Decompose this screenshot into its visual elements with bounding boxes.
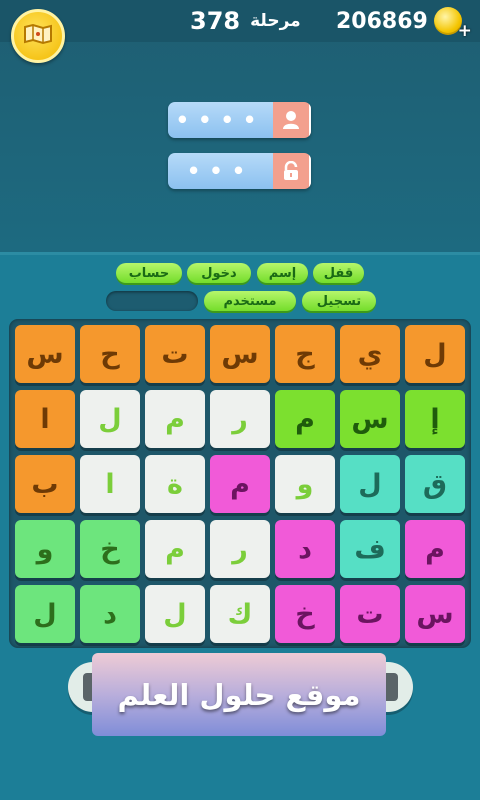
map-button[interactable] bbox=[11, 9, 65, 63]
letter-tile[interactable]: م bbox=[275, 390, 335, 448]
level-number: 378 bbox=[190, 7, 241, 35]
letter-tile[interactable]: ت bbox=[145, 325, 205, 383]
letter-tile[interactable]: ب bbox=[15, 455, 75, 513]
letter-tile[interactable]: ر bbox=[210, 520, 270, 578]
word-chip: إسم bbox=[257, 263, 308, 283]
letter-tile[interactable]: ف bbox=[340, 520, 400, 578]
letter-tile[interactable]: و bbox=[15, 520, 75, 578]
letter-tile[interactable]: م bbox=[145, 390, 205, 448]
add-coins-icon[interactable]: + bbox=[458, 21, 472, 41]
padlock-icon bbox=[273, 153, 311, 189]
answer-letters: ••• bbox=[168, 153, 273, 189]
letter-tile[interactable]: م bbox=[405, 520, 465, 578]
letter-tile[interactable]: إ bbox=[405, 390, 465, 448]
letter-tile[interactable]: د bbox=[275, 520, 335, 578]
letter-tile[interactable]: ر bbox=[210, 390, 270, 448]
answer-slot-username: •••• bbox=[168, 102, 311, 138]
letter-tile[interactable]: ق bbox=[405, 455, 465, 513]
map-icon bbox=[23, 23, 53, 49]
letter-tile[interactable]: ا bbox=[15, 390, 75, 448]
level-label: مرحلة bbox=[250, 11, 301, 31]
letter-tile[interactable]: ل bbox=[340, 455, 400, 513]
letter-tile[interactable]: ك bbox=[210, 585, 270, 643]
letter-tile[interactable]: ة bbox=[145, 455, 205, 513]
letter-tile[interactable]: ت bbox=[340, 585, 400, 643]
letter-tile[interactable]: خ bbox=[275, 585, 335, 643]
word-chip: تسجيل bbox=[302, 291, 376, 311]
letter-tile[interactable]: س bbox=[405, 585, 465, 643]
letter-tile[interactable]: ل bbox=[80, 390, 140, 448]
word-chip: مستخدم bbox=[204, 291, 296, 311]
letter-tile[interactable]: ج bbox=[275, 325, 335, 383]
person-icon bbox=[273, 102, 311, 138]
word-chip: حساب bbox=[116, 263, 182, 283]
answer-slot-lock: ••• bbox=[168, 153, 311, 189]
letter-tile[interactable]: ل bbox=[15, 585, 75, 643]
letter-tile[interactable]: ح bbox=[80, 325, 140, 383]
letter-tile[interactable]: و bbox=[275, 455, 335, 513]
letter-tile[interactable]: د bbox=[80, 585, 140, 643]
letter-tile[interactable]: م bbox=[210, 455, 270, 513]
letter-tile[interactable]: س bbox=[210, 325, 270, 383]
letter-tile[interactable]: س bbox=[15, 325, 75, 383]
answer-letters: •••• bbox=[168, 102, 273, 138]
word-chip-empty bbox=[106, 291, 198, 311]
letter-board: ليجستحسإسمرملاقلومةابمفدرمخوستخكلدل bbox=[9, 319, 471, 648]
letter-tile[interactable]: ل bbox=[145, 585, 205, 643]
letter-tile[interactable]: م bbox=[145, 520, 205, 578]
level-indicator: 378 مرحلة bbox=[190, 6, 301, 36]
coin-icon: + bbox=[433, 7, 472, 41]
letter-tile[interactable]: ي bbox=[340, 325, 400, 383]
letter-tile[interactable]: ا bbox=[80, 455, 140, 513]
coin-count: 206869 bbox=[336, 8, 428, 34]
letter-tile[interactable]: خ bbox=[80, 520, 140, 578]
letter-tile[interactable]: ل bbox=[405, 325, 465, 383]
word-chip: قفل bbox=[313, 263, 364, 283]
letter-tile[interactable]: س bbox=[340, 390, 400, 448]
coin-counter[interactable]: 206869 + bbox=[336, 6, 472, 41]
word-chip: دخول bbox=[187, 263, 251, 283]
watermark-banner: موقع حلول العلم bbox=[92, 653, 386, 736]
found-words: قفل إسم دخول حساب تسجيل مستخدم bbox=[0, 262, 480, 312]
